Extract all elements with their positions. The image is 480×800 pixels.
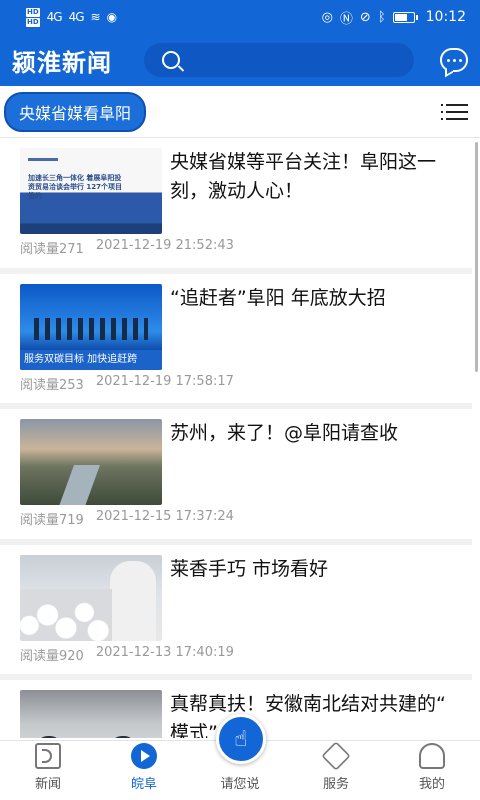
thumbnail-caption: 加速长三角一体化 着展阜阳投资贸易洽谈会举行 127个项目签约 bbox=[28, 174, 123, 200]
thumbnail-person bbox=[110, 736, 136, 738]
news-item[interactable]: 苏州，来了！@阜阳请查收 阅读量719 2021-12-15 17:37:24 bbox=[0, 409, 472, 545]
status-time: 10:12 bbox=[425, 9, 466, 25]
hd-label-1: HD bbox=[26, 7, 40, 17]
news-thumbnail: 服务双碳目标 加快追赶跨 bbox=[20, 283, 162, 370]
news-headline: 真帮真扶！安徽南北结对共建的“ 模式”！ bbox=[170, 693, 446, 738]
read-count: 阅读量920 bbox=[20, 648, 84, 664]
read-count: 阅读量719 bbox=[20, 513, 84, 528]
news-icon bbox=[35, 743, 61, 769]
news-item[interactable]: 莱香手巧 市场看好 阅读量920 2021-12-13 17:40:19 bbox=[0, 545, 472, 680]
publish-time: 2021-12-19 17:58:17 bbox=[95, 373, 234, 389]
nav-item-service[interactable]: 服务 bbox=[288, 741, 384, 800]
nav-item-profile[interactable]: 我的 bbox=[384, 741, 480, 800]
app-header: 颍淮新闻 bbox=[0, 34, 480, 86]
alarm-icon: ⊘ bbox=[359, 9, 371, 25]
read-count: 阅读量271 bbox=[20, 242, 84, 257]
eye-icon: ◎ bbox=[321, 9, 333, 25]
publish-time: 2021-12-19 21:52:43 bbox=[95, 238, 234, 253]
channel-tab-active[interactable]: 央媒省媒看阜阳 bbox=[4, 91, 147, 132]
publish-time: 2021-12-15 17:37:24 bbox=[95, 509, 234, 524]
wifi-icon: ≋ bbox=[90, 10, 101, 24]
news-thumbnail bbox=[20, 690, 162, 738]
message-button[interactable] bbox=[440, 48, 468, 72]
news-headline: 莱香手巧 市场看好 bbox=[170, 557, 329, 580]
news-meta: 阅读量920 2021-12-13 17:40:19 bbox=[20, 645, 234, 664]
news-item[interactable]: 加速长三角一体化 着展阜阳投资贸易洽谈会举行 127个项目签约 央媒省媒等平台关… bbox=[0, 138, 472, 274]
nfc-icon: Ⓝ bbox=[339, 11, 353, 27]
user-icon bbox=[419, 743, 445, 769]
dot bbox=[452, 58, 456, 62]
news-meta: 阅读量271 2021-12-19 21:52:43 bbox=[20, 238, 234, 257]
channel-menu-icon[interactable] bbox=[441, 103, 468, 120]
nav-label: 服务 bbox=[322, 777, 349, 792]
thumbnail-people bbox=[34, 317, 148, 340]
play-icon bbox=[131, 743, 157, 769]
search-input[interactable] bbox=[144, 43, 414, 77]
news-thumbnail: 加速长三角一体化 着展阜阳投资贸易洽谈会举行 127个项目签约 bbox=[20, 148, 162, 234]
news-list[interactable]: 加速长三角一体化 着展阜阳投资贸易洽谈会举行 127个项目签约 央媒省媒等平台关… bbox=[0, 138, 472, 738]
scrollbar-thumb[interactable] bbox=[475, 142, 478, 372]
shield-icon: ◉ bbox=[106, 10, 118, 24]
thumbnail-person bbox=[110, 560, 156, 641]
status-right: ◎ Ⓝ ⊘ ᛒ 10:12 bbox=[322, 8, 466, 27]
news-headline: 央媒省媒等平台关注！阜阳这一刻，激动人心！ bbox=[170, 151, 437, 202]
service-icon bbox=[321, 741, 351, 771]
thumbnail-logo bbox=[28, 158, 58, 161]
dot bbox=[458, 58, 462, 62]
feedback-fab-button[interactable]: ☝ bbox=[216, 714, 266, 764]
read-count: 阅读量253 bbox=[20, 377, 84, 393]
news-thumbnail bbox=[20, 554, 162, 641]
hd-label-2: HD bbox=[26, 17, 40, 27]
bluetooth-icon: ᛒ bbox=[377, 9, 386, 25]
thumbnail-banner: 服务双碳目标 加快追赶跨 bbox=[20, 349, 162, 370]
thumbnail-dough bbox=[20, 588, 112, 641]
news-headline: “追赶者”阜阳 年底放大招 bbox=[170, 286, 386, 309]
signal-icon-1: 4G bbox=[46, 10, 63, 24]
news-headline: 苏州，来了！@阜阳请查收 bbox=[170, 422, 399, 444]
app-title: 颍淮新闻 bbox=[12, 48, 112, 77]
hd-icon: HD HD bbox=[26, 7, 40, 27]
publish-time: 2021-12-13 17:40:19 bbox=[95, 644, 234, 660]
news-item[interactable]: 服务双碳目标 加快追赶跨 “追赶者”阜阳 年底放大招 阅读量253 2021-1… bbox=[0, 274, 472, 409]
thumbnail-river bbox=[57, 465, 101, 505]
hand-tap-icon: ☝ bbox=[234, 726, 248, 752]
nav-label: 请您说 bbox=[220, 777, 260, 792]
thumbnail-person bbox=[36, 736, 62, 738]
news-meta: 阅读量719 2021-12-15 17:37:24 bbox=[20, 509, 234, 528]
nav-label: 皖阜 bbox=[130, 777, 157, 792]
channel-bar: 央媒省媒看阜阳 bbox=[0, 86, 480, 138]
nav-item-news[interactable]: 新闻 bbox=[0, 741, 96, 800]
news-thumbnail bbox=[20, 419, 162, 505]
news-meta: 阅读量253 2021-12-19 17:58:17 bbox=[20, 374, 234, 393]
battery-icon bbox=[392, 11, 418, 23]
nav-item-wanfu[interactable]: 皖阜 bbox=[96, 741, 192, 800]
status-bar: HD HD 4G 4G ≋ ◉ ◎ Ⓝ ⊘ ᛒ 10:12 bbox=[0, 0, 480, 34]
signal-icon-2: 4G bbox=[68, 10, 85, 24]
nav-label: 新闻 bbox=[34, 777, 61, 792]
search-icon bbox=[162, 51, 180, 69]
dot bbox=[446, 58, 450, 62]
nav-label: 我的 bbox=[418, 777, 445, 792]
status-left: HD HD 4G 4G ≋ ◉ bbox=[26, 7, 118, 27]
